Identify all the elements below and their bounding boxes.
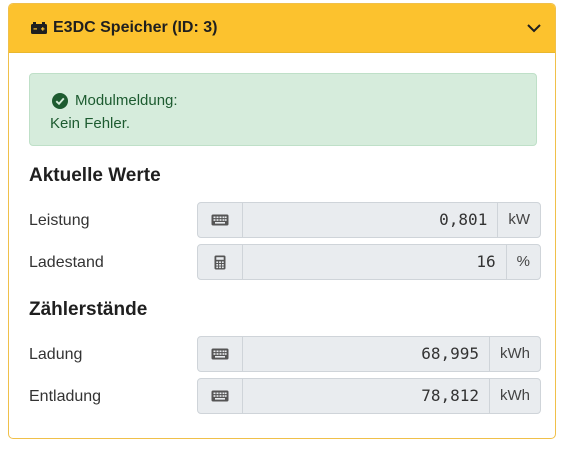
ladestand-value: 16 (476, 252, 496, 271)
entladung-unit: kWh (489, 379, 540, 413)
keyboard-icon (198, 203, 243, 237)
entladung-value: 78,812 (421, 386, 479, 405)
alert-title: Modulmeldung: (75, 92, 178, 109)
row-leistung: Leistung 0,801 kW (29, 202, 541, 240)
calculator-icon (198, 245, 243, 279)
ladung-field: 68,995 kWh (197, 336, 541, 372)
keyboard-icon (198, 379, 243, 413)
card-title: E3DC Speicher (ID: 3) (53, 19, 218, 36)
ladung-unit: kWh (489, 337, 540, 371)
keyboard-icon (198, 337, 243, 371)
check-circle-icon (52, 92, 68, 109)
chevron-down-icon[interactable] (525, 19, 543, 37)
row-ladestand: Ladestand 16 % (29, 244, 541, 282)
row-entladung: Entladung 78,812 kWh (29, 378, 541, 416)
row-label: Ladestand (29, 254, 104, 271)
row-label: Ladung (29, 346, 83, 363)
battery-card: E3DC Speicher (ID: 3) Modulmeldung: Kein… (8, 3, 556, 439)
section-title-meter-readings: Zählerstände (29, 299, 148, 320)
ladestand-unit: % (505, 245, 540, 279)
card-header[interactable]: E3DC Speicher (ID: 3) (9, 4, 555, 53)
row-label: Entladung (29, 388, 102, 405)
leistung-value: 0,801 (439, 210, 488, 229)
ladung-value: 68,995 (421, 344, 479, 363)
leistung-field: 0,801 kW (197, 202, 541, 238)
ladestand-field: 16 % (197, 244, 541, 280)
module-status-alert: Modulmeldung: Kein Fehler. (29, 73, 537, 146)
entladung-field: 78,812 kWh (197, 378, 541, 414)
battery-icon (31, 22, 47, 34)
row-ladung: Ladung 68,995 kWh (29, 336, 541, 374)
section-title-current-values: Aktuelle Werte (29, 165, 161, 186)
leistung-unit: kW (497, 203, 540, 237)
row-label: Leistung (29, 212, 90, 229)
alert-message: Kein Fehler. (50, 115, 131, 132)
